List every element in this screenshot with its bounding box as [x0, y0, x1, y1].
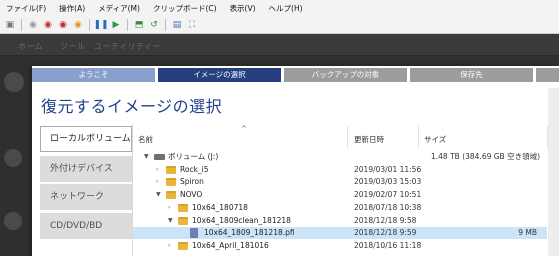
tree-row-date: 2018/10/16 11:18 — [354, 240, 422, 250]
tree-row-name: 10x64_1809clean_181218 — [192, 215, 291, 225]
guest-decor-circle — [4, 149, 22, 167]
column-header-name[interactable]: 名前 — [138, 134, 153, 145]
collapse-arrow-icon[interactable]: ▼ — [144, 151, 149, 163]
collapse-arrow-icon[interactable]: ▼ — [168, 215, 173, 227]
folder-icon — [166, 191, 176, 200]
toolbar-separator — [21, 18, 22, 31]
menu-view[interactable]: 表示(V) — [230, 3, 256, 14]
tree-row[interactable]: › Rock_i5 2019/03/01 11:56 — [133, 164, 547, 176]
sort-caret-icon: ^ — [241, 125, 247, 133]
guest-tab-utilities[interactable]: ユーティリティー — [94, 41, 161, 52]
zoom-icon[interactable]: ⛶ — [186, 19, 198, 31]
tree-row-date: 2019/03/03 15:03 — [354, 177, 422, 187]
folder-icon — [166, 165, 176, 174]
tree-row[interactable]: ▼ NOVO 2019/02/07 10:51 — [133, 189, 547, 201]
tree-row-size: 9 MB — [518, 228, 537, 238]
tree-row-name: 10x64_180718 — [192, 202, 248, 212]
tree-row-date: 2019/03/01 11:56 — [354, 164, 422, 174]
start-icon[interactable]: ◉ — [27, 19, 39, 31]
pause-icon[interactable]: ❚❚ — [93, 19, 108, 31]
tree-row-date: 2018/12/18 9:59 — [354, 228, 417, 238]
wizard-steps: ようこそ イメージの選択 バックアップの対象 保存先 — [32, 68, 559, 82]
toolbar-separator — [89, 18, 90, 31]
tree-row-name: 10x64_1809_181218.pfi — [204, 228, 295, 238]
source-cd-dvd-bd[interactable]: CD/DVD/BD — [40, 213, 132, 239]
tree-row-file[interactable]: 10x64_1809_181218.pfi 2018/12/18 9:59 9 MB — [133, 227, 547, 240]
folder-icon — [178, 203, 188, 212]
source-local-volume[interactable]: ローカルボリューム — [40, 126, 132, 152]
tree-row-date: 2018/07/18 10:38 — [354, 202, 422, 212]
step-backup-target[interactable]: バックアップの対象 — [284, 68, 407, 82]
guest-tab-home[interactable]: ホーム — [18, 41, 43, 52]
guest-decor-circle — [4, 212, 22, 230]
source-external-device[interactable]: 外付けデバイス — [40, 156, 132, 182]
guest-tab-strip: ホーム ツール ユーティリティー — [0, 34, 559, 56]
tree-row[interactable]: › 10x64_April_181016 2018/10/16 11:18 — [133, 240, 547, 252]
column-separator — [418, 126, 419, 148]
folder-icon — [178, 241, 188, 250]
step-welcome[interactable]: ようこそ — [32, 68, 155, 82]
column-separator — [347, 126, 348, 148]
guest-tab-tools[interactable]: ツール — [60, 41, 86, 52]
expand-arrow-icon[interactable]: › — [168, 202, 170, 214]
source-network[interactable]: ネットワーク — [40, 184, 132, 210]
tree-row-name: ボリューム (J:) — [168, 152, 219, 161]
reset-icon[interactable]: ◉ — [72, 19, 84, 31]
toolbar-separator — [165, 18, 166, 31]
menu-help[interactable]: ヘルプ(H) — [269, 3, 303, 14]
folder-icon — [178, 216, 188, 225]
enhanced-session-icon[interactable]: ▤ — [171, 19, 183, 31]
step-next — [536, 68, 559, 82]
tree-row[interactable]: ▼ 10x64_1809clean_181218 2018/12/18 9:58 — [133, 215, 547, 227]
vm-toolbar: ▣ ◉ ◉ ◉ ◉ ❚❚ ▶ ⬒ ↺ ▤ ⛶ — [0, 16, 559, 34]
step-destination[interactable]: 保存先 — [410, 68, 533, 82]
expand-arrow-icon[interactable]: › — [168, 240, 170, 252]
tree-row-date: 2019/02/07 10:51 — [354, 190, 422, 200]
menu-action[interactable]: 操作(A) — [59, 3, 85, 14]
column-header-modified[interactable]: 更新日時 — [354, 134, 384, 145]
guest-decor-circle — [4, 72, 24, 92]
tree-row-name: Rock_i5 — [180, 164, 209, 174]
resume-icon[interactable]: ▶ — [110, 19, 122, 31]
ctrl-alt-del-icon[interactable]: ▣ — [4, 19, 16, 31]
shutdown-icon[interactable]: ◉ — [57, 19, 69, 31]
tree-row-size: 1.48 TB (384.69 GB 空き領域) — [431, 152, 541, 161]
tree-row[interactable]: › 10x64_180718 2018/07/18 10:38 — [133, 202, 547, 214]
revert-icon[interactable]: ↺ — [148, 19, 160, 31]
tree-row-name: NOVO — [180, 190, 203, 200]
file-icon — [190, 228, 198, 239]
folder-icon — [166, 178, 176, 187]
tree-row[interactable]: › Spiron 2019/03/03 15:03 — [133, 176, 547, 188]
vertical-scrollbar[interactable] — [548, 88, 559, 256]
tree-row-name: Spiron — [180, 177, 204, 187]
tree-row-name: 10x64_April_181016 — [192, 240, 269, 250]
menu-media[interactable]: メディア(M) — [98, 3, 140, 14]
toolbar-separator — [127, 18, 128, 31]
collapse-arrow-icon[interactable]: ▼ — [156, 189, 161, 201]
turn-off-icon[interactable]: ◉ — [42, 19, 54, 31]
drive-icon — [154, 154, 165, 160]
step-select-image[interactable]: イメージの選択 — [158, 68, 281, 82]
tree-row[interactable]: ▼ ボリューム (J:) 1.48 TB (384.69 GB 空き領域) — [133, 151, 547, 163]
menu-file[interactable]: ファイル(F) — [6, 3, 46, 14]
expand-arrow-icon[interactable]: › — [156, 176, 158, 188]
tree-row-date: 2018/12/18 9:58 — [354, 215, 417, 225]
menu-bar: ファイル(F) 操作(A) メディア(M) クリップボード(C) 表示(V) ヘ… — [0, 0, 559, 16]
checkpoint-icon[interactable]: ⬒ — [133, 19, 145, 31]
column-header-size[interactable]: サイズ — [424, 134, 446, 145]
page-title: 復元するイメージの選択 — [41, 97, 223, 116]
expand-arrow-icon[interactable]: › — [156, 164, 158, 176]
menu-clipboard[interactable]: クリップボード(C) — [153, 3, 217, 14]
